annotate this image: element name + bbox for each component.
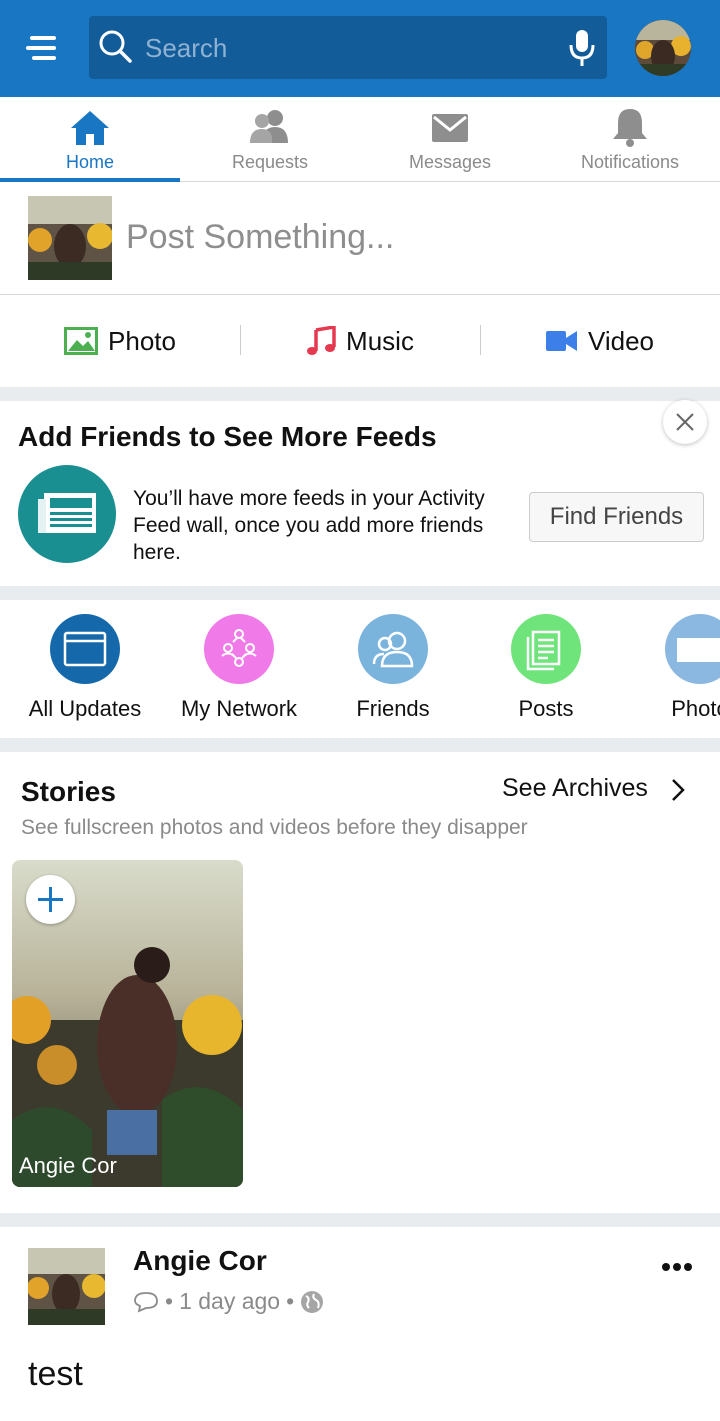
stories-title: Stories: [21, 776, 116, 807]
envelope-icon: [432, 114, 468, 142]
more-options-icon[interactable]: [661, 1261, 693, 1273]
post-author-avatar[interactable]: [28, 1248, 105, 1325]
tab-label: Requests: [231, 152, 309, 172]
tab-requests[interactable]: Requests: [180, 97, 360, 181]
close-card-button[interactable]: [663, 400, 707, 444]
video-label: Video: [587, 325, 655, 356]
tab-label: Home: [65, 152, 114, 172]
stories-subtitle: See fullscreen photos and videos before …: [21, 816, 528, 839]
add-friends-title: Add Friends to See More Feeds: [18, 421, 437, 452]
music-label: Music: [346, 325, 414, 356]
filter-my-network[interactable]: My Network: [164, 614, 314, 722]
add-friends-description: You’ll have more feeds in your Activity …: [133, 487, 485, 564]
section-divider: [0, 738, 720, 752]
tab-notifications[interactable]: Notifications: [540, 97, 720, 181]
photo-label: Photo: [108, 325, 176, 356]
feed-filter-row: All Updates My Network Friends Posts Pho…: [0, 600, 720, 738]
filter-label: My Network: [180, 696, 298, 721]
filter-friends[interactable]: Friends: [318, 614, 468, 722]
music-button[interactable]: Music: [240, 295, 480, 387]
search-input[interactable]: [145, 26, 545, 70]
attachment-options: Photo Music Video: [0, 295, 720, 387]
filter-label: All Updates: [28, 696, 142, 721]
filter-photo[interactable]: Photo: [625, 614, 720, 722]
bullet-separator: •: [286, 1288, 295, 1314]
friends-icon: [358, 614, 428, 684]
section-divider: [0, 586, 720, 600]
see-archives-link[interactable]: See Archives: [502, 774, 648, 803]
music-note-icon: [307, 326, 336, 355]
home-icon: [71, 111, 109, 145]
top-app-bar: [0, 0, 720, 97]
tab-home[interactable]: Home: [0, 97, 180, 182]
composer-avatar: [28, 196, 112, 280]
add-friends-card: Add Friends to See More Feeds You’ll hav…: [0, 401, 720, 586]
post-timestamp: 1 day ago: [179, 1288, 281, 1314]
photo-icon: [64, 327, 99, 355]
section-divider: [0, 387, 720, 401]
story-author-name: Angie Cor: [19, 1153, 117, 1178]
post-author-name[interactable]: Angie Cor: [133, 1245, 267, 1277]
post-meta: • 1 day ago •: [133, 1288, 324, 1315]
bullet-separator: •: [165, 1288, 174, 1314]
globe-icon: [301, 1290, 324, 1313]
post-text: test: [28, 1355, 83, 1393]
filter-label: Photo: [671, 696, 720, 721]
close-icon: [676, 413, 694, 431]
photo-button[interactable]: Photo: [0, 295, 240, 387]
tab-label: Notifications: [580, 152, 680, 172]
add-story-button[interactable]: [26, 875, 75, 924]
document-icon: [511, 614, 581, 684]
newspaper-icon: [18, 465, 116, 563]
search-bar[interactable]: [89, 16, 607, 79]
section-divider: [0, 1213, 720, 1227]
user-avatar[interactable]: [635, 20, 691, 76]
feed-post: Angie Cor • 1 day ago • test: [0, 1227, 720, 1421]
video-camera-icon: [545, 331, 577, 351]
filter-all-updates[interactable]: All Updates: [10, 614, 160, 722]
menu-icon[interactable]: [26, 34, 60, 62]
bell-icon: [613, 109, 647, 147]
browser-window-icon: [50, 614, 120, 684]
comment-icon: [134, 1291, 158, 1313]
plus-icon: [38, 887, 63, 912]
photo-icon: [665, 614, 720, 684]
main-tabs: Home Requests Messages Notifications: [0, 97, 720, 182]
search-icon: [99, 30, 132, 63]
chevron-right-icon[interactable]: [670, 778, 686, 802]
filter-label: Posts: [518, 696, 574, 721]
tab-label: Messages: [408, 152, 492, 172]
video-button[interactable]: Video: [480, 295, 720, 387]
composer-placeholder[interactable]: Post Something...: [126, 218, 394, 257]
people-icon: [250, 110, 288, 143]
find-friends-button[interactable]: Find Friends: [529, 492, 704, 542]
stories-section: Stories See Archives See fullscreen phot…: [0, 752, 720, 1213]
filter-posts[interactable]: Posts: [471, 614, 621, 722]
filter-label: Friends: [356, 696, 430, 721]
post-composer[interactable]: Post Something...: [0, 182, 720, 295]
microphone-icon[interactable]: [567, 28, 597, 68]
network-icon: [204, 614, 274, 684]
tab-messages[interactable]: Messages: [360, 97, 540, 181]
